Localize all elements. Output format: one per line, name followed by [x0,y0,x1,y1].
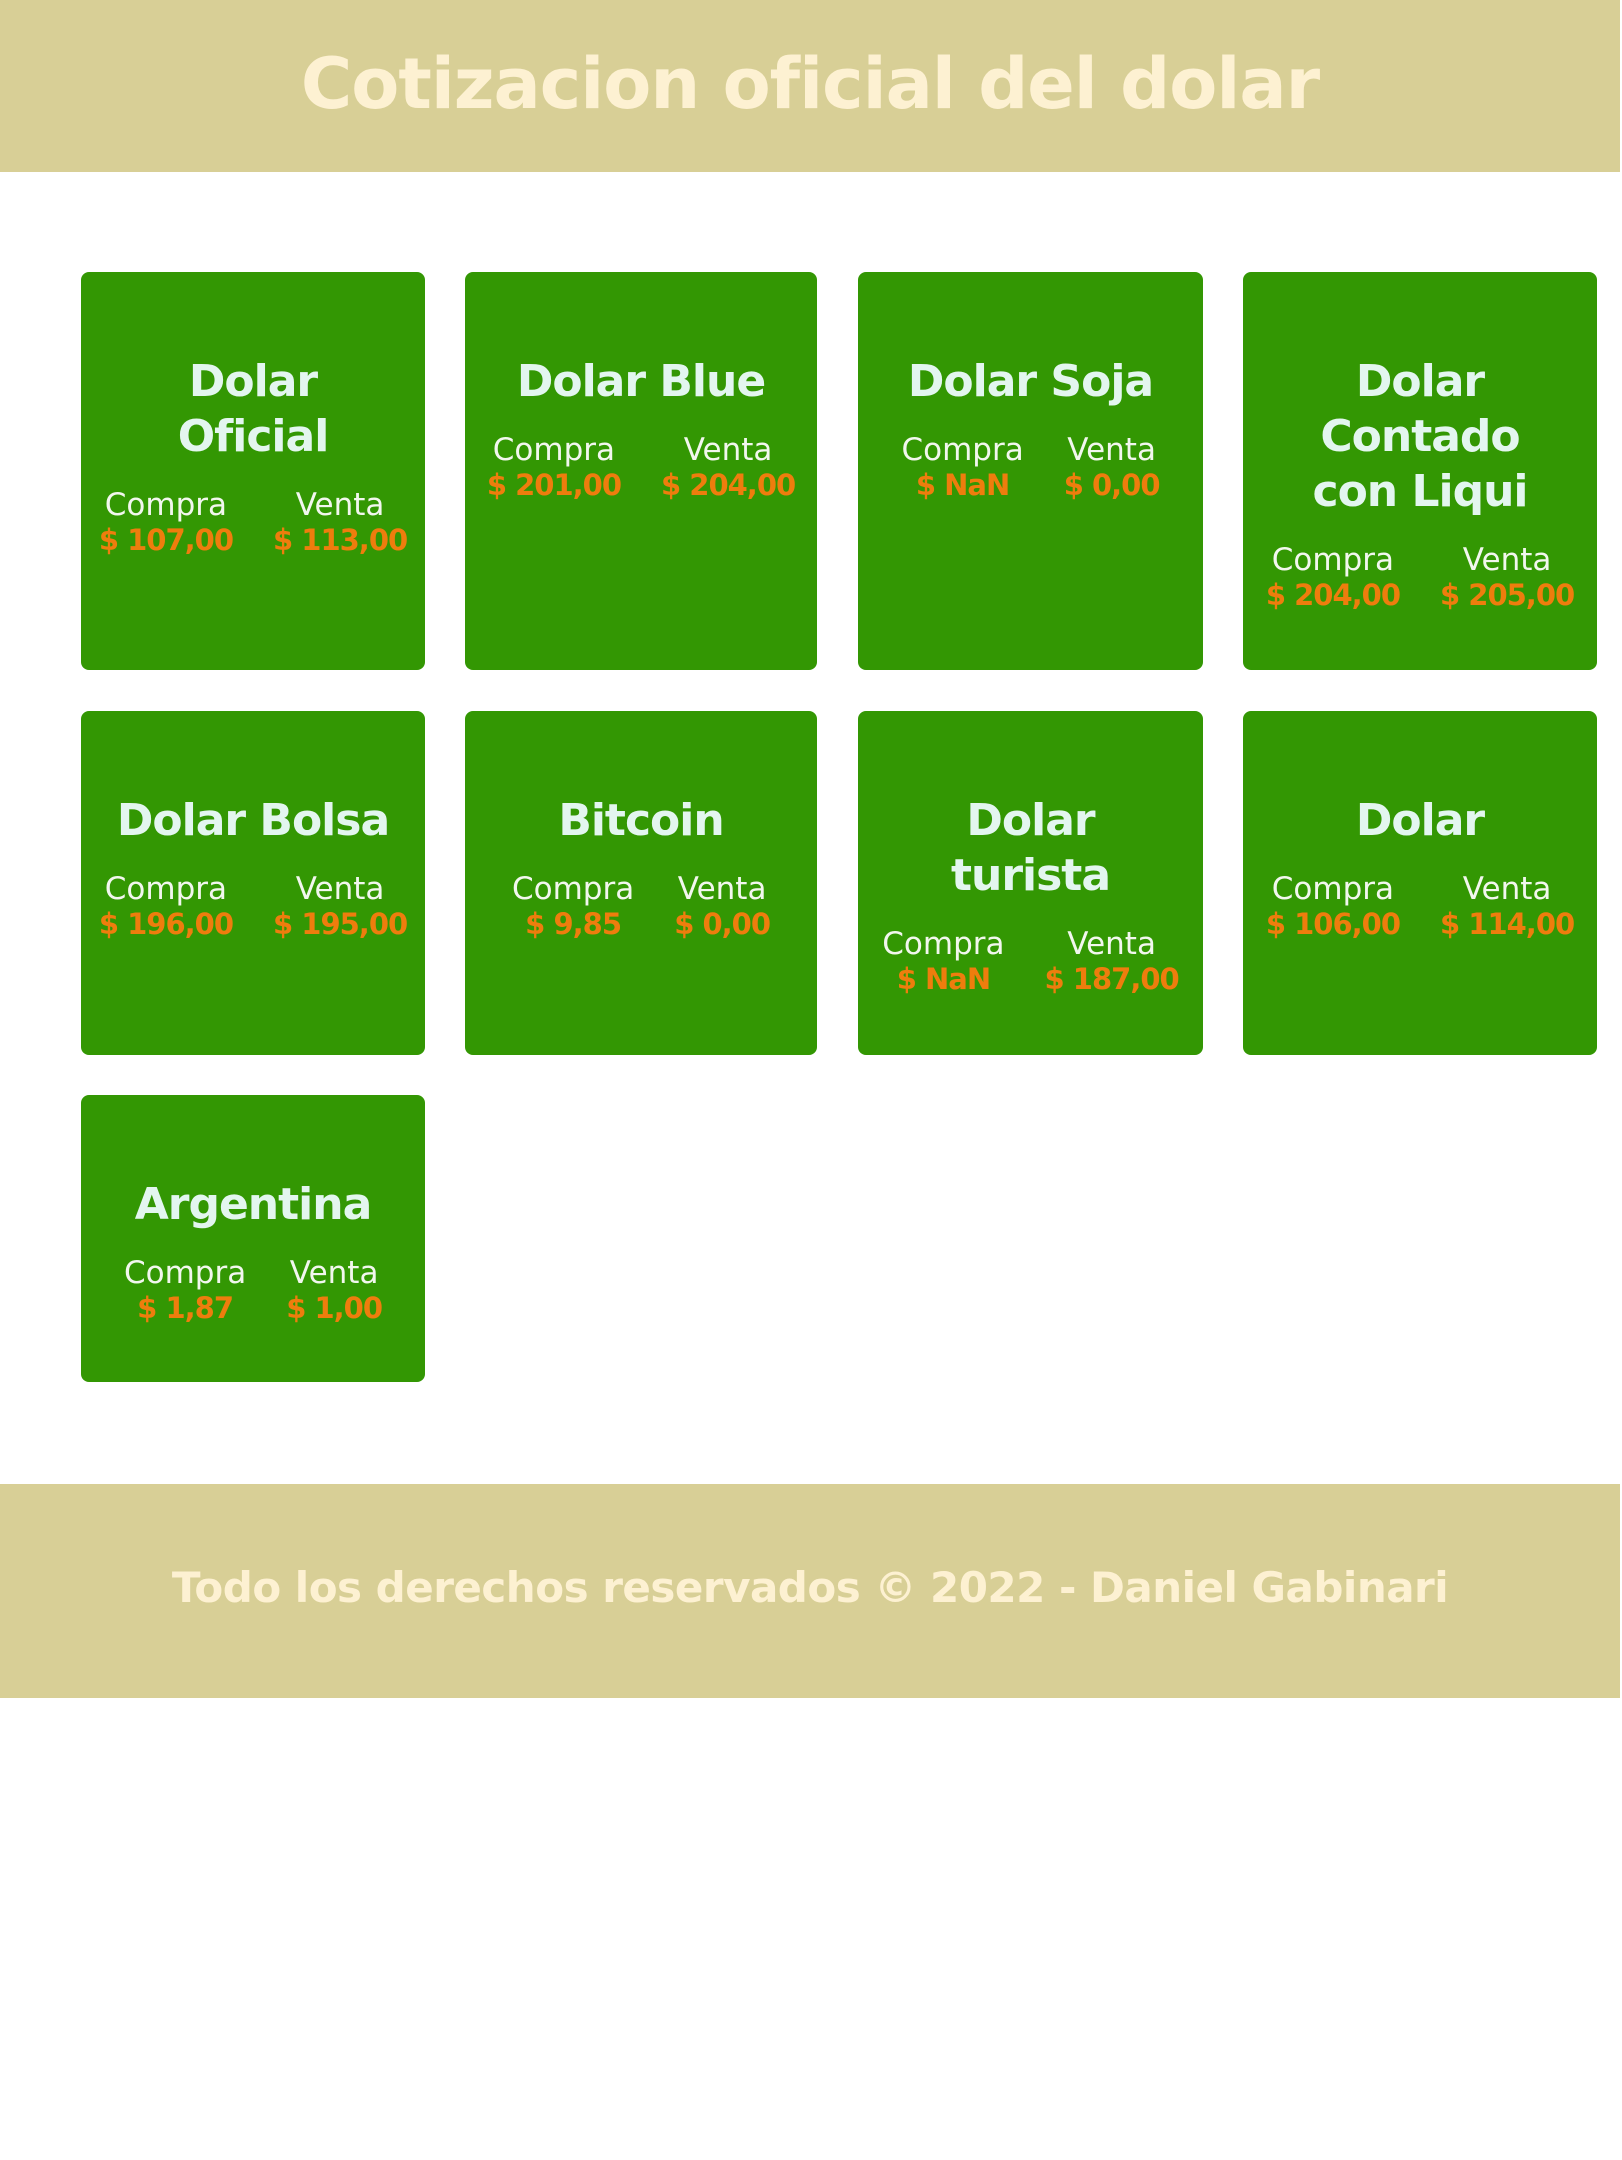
card-dolar-contado-con-liqui: Dolar Contado con Liqui Compra $ 204,00 … [1243,272,1597,670]
venta-value: $ 0,00 [674,907,771,941]
card-prices: Compra $ 1,87 Venta $ 1,00 [81,1256,425,1326]
venta-column: Venta $ 205,00 [1440,542,1575,613]
compra-value: $ 106,00 [1265,907,1401,941]
card-title: Dolar Blue [516,356,766,407]
venta-column: Venta $ 114,00 [1440,871,1575,942]
venta-value: $ 0,00 [1063,468,1161,502]
venta-value: $ 114,00 [1440,907,1575,941]
card-dolar: Dolar Compra $ 106,00 Venta $ 114,00 [1243,711,1597,1055]
compra-label: Compra [123,1255,247,1291]
compra-column: Compra $ 201,00 [486,432,622,503]
compra-value: $ 1,87 [137,1291,234,1325]
venta-column: Venta $ 187,00 [1044,926,1180,997]
venta-label: Venta [1067,926,1156,962]
footer-copyright: Todo los derechos reservados © 2022 - Da… [171,1563,1449,1612]
card-prices: Compra $ NaN Venta $ 0,00 [858,433,1203,503]
venta-value: $ 195,00 [273,907,408,941]
venta-column: Venta $ 0,00 [1063,432,1161,503]
compra-label: Compra [492,432,616,468]
card-title: Dolar turista [950,795,1111,901]
compra-value: $ 196,00 [98,907,234,941]
card-title: Dolar Oficial [177,356,330,462]
venta-label: Venta [677,871,767,907]
card-prices: Compra $ 9,85 Venta $ 0,00 [465,872,817,942]
compra-column: Compra $ 107,00 [98,487,234,558]
venta-column: Venta $ 1,00 [286,1255,383,1326]
venta-value: $ 113,00 [273,523,408,557]
card-title: Dolar Contado con Liqui [1312,356,1529,517]
card-title: Dolar Soja [907,356,1154,407]
card-argentina: Argentina Compra $ 1,87 Venta $ 1,00 [81,1095,425,1382]
venta-label: Venta [295,487,385,523]
compra-label: Compra [511,871,635,907]
compra-column: Compra $ NaN [882,927,1004,997]
compra-label: Compra [104,487,228,523]
compra-column: Compra $ 196,00 [98,871,234,942]
page-footer: Todo los derechos reservados © 2022 - Da… [0,1484,1620,1698]
card-title: Dolar Bolsa [116,795,390,846]
venta-label: Venta [1462,542,1552,578]
card-bitcoin: Bitcoin Compra $ 9,85 Venta $ 0,00 [465,711,817,1055]
card-prices: Compra $ 196,00 Venta $ 195,00 [81,872,425,942]
card-prices: Compra $ 204,00 Venta $ 205,00 [1243,543,1597,613]
card-dolar-blue: Dolar Blue Compra $ 201,00 Venta $ 204,0… [465,272,817,670]
card-dolar-oficial: Dolar Oficial Compra $ 107,00 Venta $ 11… [81,272,425,670]
card-prices: Compra $ 107,00 Venta $ 113,00 [81,488,425,558]
venta-label: Venta [295,871,385,907]
compra-value: $ NaN [915,468,1010,502]
venta-label: Venta [1067,432,1156,468]
compra-label: Compra [104,871,228,907]
card-title: Bitcoin [558,795,724,846]
venta-value: $ 205,00 [1440,578,1575,612]
card-prices: Compra $ 106,00 Venta $ 114,00 [1243,872,1597,942]
compra-label: Compra [901,432,1024,468]
compra-label: Compra [1271,542,1395,578]
card-dolar-soja: Dolar Soja Compra $ NaN Venta $ 0,00 [858,272,1203,670]
compra-value: $ 201,00 [486,468,622,502]
compra-value: $ 204,00 [1265,578,1401,612]
compra-label: Compra [882,926,1005,962]
compra-value: $ 9,85 [525,907,622,941]
card-prices: Compra $ NaN Venta $ 187,00 [858,927,1203,997]
compra-value: $ 107,00 [98,523,234,557]
venta-label: Venta [1462,871,1552,907]
venta-column: Venta $ 195,00 [273,871,408,942]
venta-value: $ 204,00 [661,468,796,502]
venta-column: Venta $ 0,00 [674,871,771,942]
page-header: Cotizacion oficial del dolar [0,0,1620,172]
page-title: Cotizacion oficial del dolar [300,43,1320,125]
compra-column: Compra $ 204,00 [1265,542,1401,613]
venta-label: Venta [289,1255,379,1291]
venta-label: Venta [683,432,773,468]
compra-column: Compra $ 9,85 [512,872,634,942]
card-title: Argentina [134,1179,373,1230]
card-title: Dolar [1355,795,1485,846]
compra-column: Compra $ 106,00 [1265,871,1401,942]
venta-column: Venta $ 113,00 [273,487,408,558]
compra-value: $ NaN [896,962,991,996]
compra-label: Compra [1271,871,1395,907]
venta-value: $ 1,00 [286,1291,383,1325]
card-prices: Compra $ 201,00 Venta $ 204,00 [465,433,817,503]
card-dolar-bolsa: Dolar Bolsa Compra $ 196,00 Venta $ 195,… [81,711,425,1055]
card-dolar-turista: Dolar turista Compra $ NaN Venta $ 187,0… [858,711,1203,1055]
compra-column: Compra $ 1,87 [124,1256,246,1326]
venta-value: $ 187,00 [1044,962,1180,996]
venta-column: Venta $ 204,00 [661,432,796,503]
compra-column: Compra $ NaN [901,433,1023,503]
